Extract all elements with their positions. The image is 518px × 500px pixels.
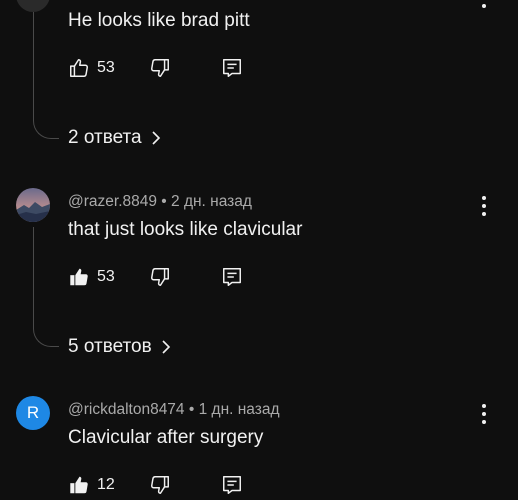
avatar[interactable] (16, 0, 50, 12)
more-vertical-icon (482, 196, 486, 200)
replies-label: 2 ответа (68, 127, 142, 148)
comment-author-line[interactable]: @razer.8849 • 2 дн. назад (68, 193, 252, 211)
thread-line (33, 227, 59, 347)
chevron-right-icon (150, 130, 162, 146)
chevron-right-icon (160, 339, 172, 355)
thumbs-down-icon (151, 59, 169, 77)
reply-comment-icon (223, 268, 241, 286)
thread-line (33, 12, 59, 139)
thumbs-up-icon (70, 59, 88, 77)
thumbs-up-icon (70, 476, 88, 494)
reply-button[interactable] (221, 266, 243, 288)
comment-more-button[interactable] (476, 194, 492, 218)
like-button[interactable]: 53 (68, 57, 115, 79)
like-button[interactable]: 53 (68, 266, 115, 288)
thumbs-down-icon (151, 476, 169, 494)
like-button[interactable]: 12 (68, 474, 115, 496)
comment-text: that just looks like clavicular (68, 219, 303, 240)
comment-text: He looks like brad pitt (68, 10, 250, 31)
thumbs-down-icon (151, 268, 169, 286)
reply-button[interactable] (221, 57, 243, 79)
avatar[interactable]: R (16, 396, 50, 430)
avatar[interactable] (16, 188, 50, 222)
avatar-image (16, 188, 50, 222)
reply-button[interactable] (221, 474, 243, 496)
view-replies-button[interactable]: 5 ответов (68, 336, 172, 358)
comment-text: Clavicular after surgery (68, 427, 264, 448)
replies-label: 5 ответов (68, 336, 152, 357)
avatar-letter: R (26, 403, 40, 422)
comment-author-line[interactable]: @rickdalton8474 • 1 дн. назад (68, 401, 280, 419)
dislike-button[interactable] (149, 266, 171, 288)
comment-more-button[interactable] (476, 402, 492, 426)
reply-comment-icon (223, 59, 241, 77)
reply-comment-icon (223, 476, 241, 494)
more-vertical-icon (482, 404, 486, 408)
like-count: 12 (97, 476, 115, 493)
like-count: 53 (97, 59, 115, 76)
dislike-button[interactable] (149, 474, 171, 496)
dislike-button[interactable] (149, 57, 171, 79)
comment-more-button[interactable] (476, 0, 492, 10)
thumbs-up-icon (70, 268, 88, 286)
view-replies-button[interactable]: 2 ответа (68, 127, 162, 149)
like-count: 53 (97, 268, 115, 285)
